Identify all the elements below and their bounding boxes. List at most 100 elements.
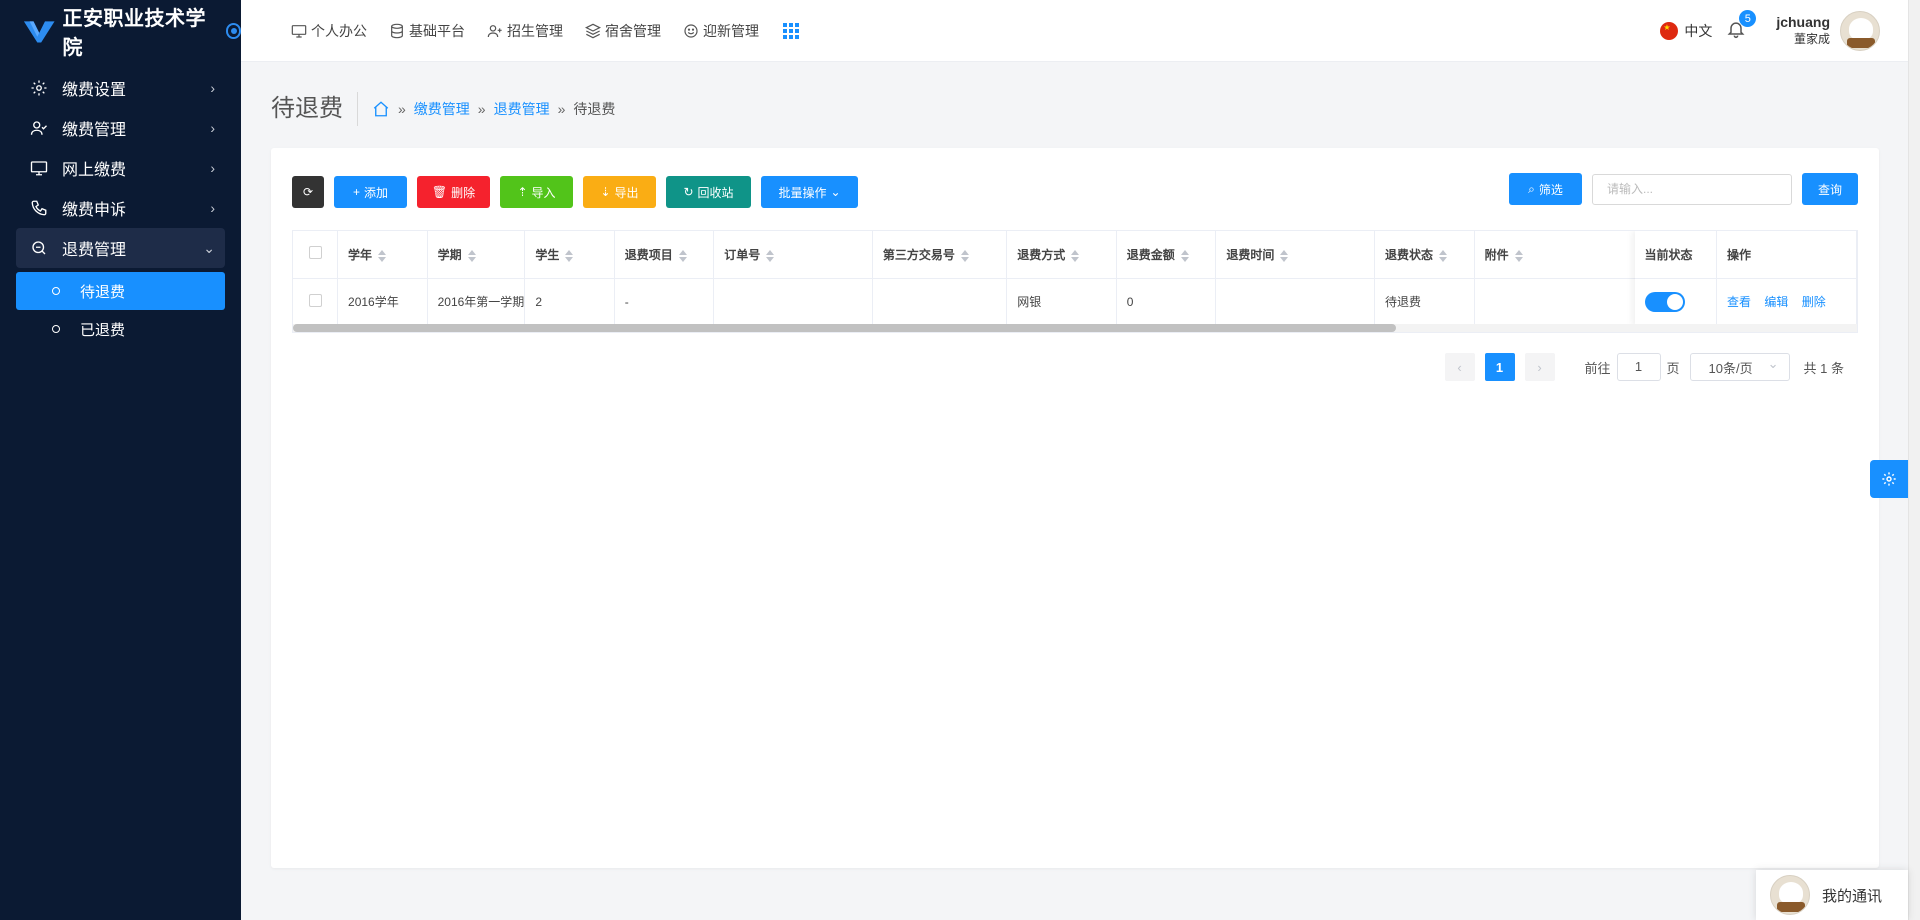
filter-button[interactable]: ⌕ 筛选 <box>1509 173 1582 205</box>
prev-page-button[interactable]: ‹ <box>1444 353 1475 381</box>
table-fixed-right: 当前状态 操作 查看 编辑 删除 <box>1634 231 1857 326</box>
sidebar-item-fee-settings[interactable]: 缴费设置 › <box>0 68 241 108</box>
batch-actions-button[interactable]: 批量操作 ⌄ <box>761 176 858 208</box>
sidebar-item-label: 缴费申诉 <box>62 202 127 219</box>
settings-float-button[interactable] <box>1870 460 1908 498</box>
scrollbar-thumb[interactable] <box>293 324 1396 332</box>
row-checkbox-cell[interactable] <box>293 278 339 326</box>
nav-personal-office[interactable]: 个人办公 <box>291 21 367 41</box>
export-button[interactable]: ⇣ 导出 <box>583 176 656 208</box>
user-info[interactable]: jchuang 董家成 <box>1776 14 1830 47</box>
column-label: 附件 <box>1484 247 1509 262</box>
column-header-attachment[interactable]: 附件 <box>1474 231 1638 279</box>
sort-icon[interactable] <box>1280 249 1289 262</box>
select-all-checkbox-cell[interactable] <box>293 231 339 279</box>
china-flag-icon[interactable] <box>1660 21 1679 40</box>
sidebar-subitem-refunded[interactable]: 已退费 <box>16 310 225 348</box>
breadcrumb-current: 待退费 <box>573 101 616 117</box>
sort-icon[interactable] <box>678 249 687 262</box>
edit-link[interactable]: 编辑 <box>1764 295 1788 309</box>
nav-freshman[interactable]: 迎新管理 <box>683 21 759 41</box>
sort-icon[interactable] <box>766 249 775 262</box>
view-link[interactable]: 查看 <box>1727 295 1751 309</box>
table-header-row: 学年 学期 学生 退费项目 订单号 第三方交易号 退费方式 退费金额 退费时间 … <box>293 231 1857 279</box>
column-header-refund-time[interactable]: 退费时间 <box>1215 231 1376 279</box>
query-button[interactable]: 查询 <box>1802 173 1858 205</box>
breadcrumb-fee-management[interactable]: 缴费管理 <box>414 99 470 119</box>
toolbar: ⟳ + 添加 🗑 删除 ⇡ 导入 ⇣ 导出 ↻ 回收站 批量操作 ⌄ <box>292 176 868 208</box>
content-card: ⟳ +添加 🗑删除 ⇡导入 ⇣导出 ↻回收站 批量操作⌄ ⌕筛选 查询 <box>271 148 1879 868</box>
refresh-button[interactable]: ⟳ <box>292 176 324 208</box>
column-header-refund-amount[interactable]: 退费金额 <box>1116 231 1217 279</box>
table-horizontal-scrollbar[interactable] <box>293 324 1857 332</box>
column-header-year[interactable]: 学年 <box>337 231 428 279</box>
recycle-bin-button[interactable]: ↻ 回收站 <box>666 176 751 208</box>
batch-label: 批量操作 <box>778 185 827 200</box>
nav-admissions[interactable]: 招生管理 <box>487 21 563 41</box>
cell-attachment <box>1474 278 1638 326</box>
column-header-refund-status[interactable]: 退费状态 <box>1374 231 1475 279</box>
notification-button[interactable]: 5 <box>1726 10 1757 42</box>
column-label: 学生 <box>535 247 560 262</box>
avatar[interactable] <box>1840 10 1880 51</box>
restore-icon: ↻ <box>683 185 694 199</box>
refund-submenu: 待退费 已退费 <box>0 268 241 352</box>
sort-icon[interactable] <box>1514 249 1523 262</box>
goto-label: 前往 <box>1584 360 1611 376</box>
chat-widget[interactable]: 我的通讯 <box>1756 870 1908 920</box>
notification-badge: 5 <box>1739 10 1757 27</box>
sort-icon[interactable] <box>378 249 387 262</box>
user-plus-icon <box>487 24 502 37</box>
app-title: 正安职业技术学院 <box>62 8 206 59</box>
sidebar: 正安职业技术学院 缴费设置 › 缴费管理 › 网上缴费 › 缴费申诉 › 退费管… <box>0 0 241 920</box>
column-header-refund-item[interactable]: 退费项目 <box>614 231 715 279</box>
breadcrumb-refund-management[interactable]: 退费管理 <box>494 99 550 119</box>
table-row[interactable]: 2016学年 2016年第一学期 2 - 网银 0 待退费 <box>293 278 1857 326</box>
column-header-order-no[interactable]: 订单号 <box>713 231 873 279</box>
row-checkbox[interactable] <box>308 293 322 307</box>
nav-label: 基础平台 <box>409 22 465 39</box>
import-button[interactable]: ⇡ 导入 <box>500 176 573 208</box>
home-icon[interactable] <box>372 100 390 118</box>
sidebar-item-refund-management[interactable]: 退费管理 ⌄ <box>16 228 225 268</box>
sidebar-item-fee-appeal[interactable]: 缴费申诉 › <box>0 188 241 228</box>
user-realname: 董家成 <box>1793 31 1830 46</box>
language-switch[interactable]: 中文 <box>1684 21 1712 41</box>
page-number[interactable]: 1 <box>1484 353 1515 381</box>
sort-icon[interactable] <box>1180 249 1189 262</box>
sidebar-item-fee-management[interactable]: 缴费管理 › <box>0 108 241 148</box>
sidebar-subitem-label: 待退费 <box>80 283 126 301</box>
delete-button[interactable]: 🗑 删除 <box>417 176 490 208</box>
search-input[interactable] <box>1592 173 1792 205</box>
column-header-student[interactable]: 学生 <box>524 231 615 279</box>
zoom-icon: ⌕ <box>1528 181 1535 196</box>
cell-actions: 查看 编辑 删除 <box>1716 278 1857 326</box>
column-header-refund-method[interactable]: 退费方式 <box>1006 231 1117 279</box>
sort-icon[interactable] <box>467 249 476 262</box>
sidebar-item-online-payment[interactable]: 网上缴费 › <box>0 148 241 188</box>
column-header-term[interactable]: 学期 <box>427 231 526 279</box>
sort-icon[interactable] <box>1439 249 1448 262</box>
page-jump-input[interactable]: 1 <box>1616 353 1661 381</box>
column-header-transaction-no[interactable]: 第三方交易号 <box>872 231 1008 279</box>
nav-basic-platform[interactable]: 基础平台 <box>389 21 465 41</box>
delete-link[interactable]: 删除 <box>1802 295 1826 309</box>
sort-icon[interactable] <box>1071 249 1080 262</box>
logo[interactable]: 正安职业技术学院 <box>0 0 241 62</box>
select-all-checkbox[interactable] <box>308 246 322 260</box>
collapse-toggle-icon[interactable] <box>225 23 241 39</box>
page-size-select[interactable]: 10条/页 <box>1689 353 1790 381</box>
nav-dormitory[interactable]: 宿舍管理 <box>585 21 661 41</box>
next-page-button[interactable]: › <box>1524 353 1555 381</box>
layers-icon <box>585 23 601 38</box>
status-toggle[interactable] <box>1644 291 1685 312</box>
apps-grid-icon[interactable] <box>783 22 799 39</box>
import-label: 导入 <box>531 185 556 200</box>
sort-icon[interactable] <box>960 249 969 262</box>
chat-avatar <box>1770 875 1810 915</box>
page-header: 待退费 » 缴费管理 » 退费管理 » 待退费 <box>271 92 615 126</box>
page-scrollbar[interactable] <box>1908 0 1920 920</box>
add-button[interactable]: + 添加 <box>334 176 407 208</box>
sort-icon[interactable] <box>565 249 574 262</box>
sidebar-subitem-pending-refund[interactable]: 待退费 <box>16 272 225 310</box>
